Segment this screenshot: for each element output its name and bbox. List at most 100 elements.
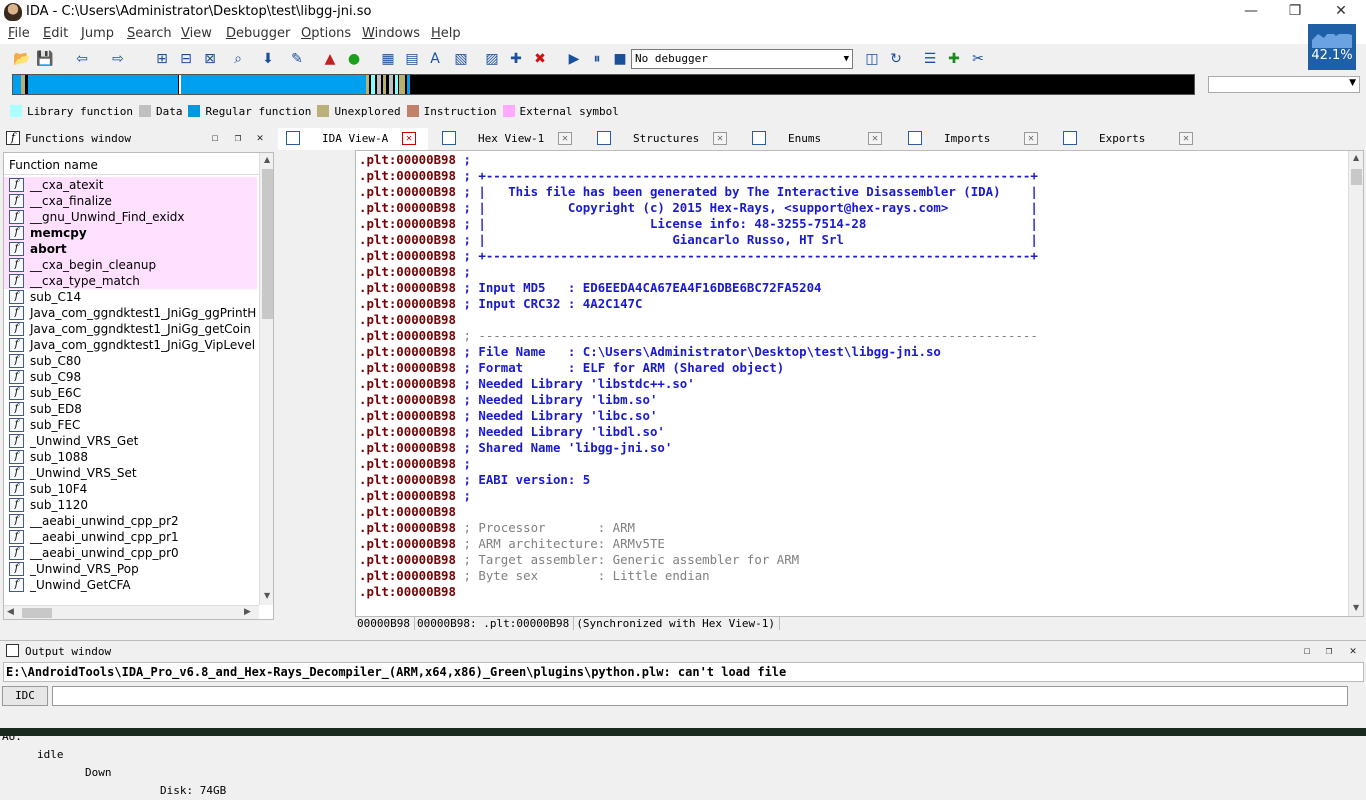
disasm-line[interactable]: .plt:00000B98 ; [359, 264, 471, 280]
rename-icon[interactable]: ✚ [506, 49, 526, 69]
scroll-thumb[interactable] [22, 608, 52, 618]
function-row[interactable]: f _Unwind_VRS_Get [4, 433, 257, 449]
float-window-button[interactable]: ☐ [208, 131, 222, 145]
function-row[interactable]: f _Unwind_GetCFA [4, 577, 257, 593]
disasm-line[interactable]: .plt:00000B98 ; Input CRC32 : 4A2C147C [359, 296, 642, 312]
scroll-thumb[interactable] [262, 169, 273, 319]
menu-file[interactable]: File [8, 26, 30, 41]
menu-options[interactable]: Options [301, 26, 351, 41]
stop-icon[interactable]: ■ [610, 49, 630, 69]
data-icon[interactable]: ▤ [402, 49, 422, 69]
forward-icon[interactable]: ⇨ [108, 49, 128, 69]
disasm-line[interactable]: .plt:00000B98 ; Target assembler: Generi… [359, 552, 799, 568]
disassembly-vertical-scrollbar[interactable]: ▲ ▼ [1348, 151, 1363, 616]
tab-close-icon[interactable]: ✕ [558, 132, 572, 145]
disasm-line[interactable]: .plt:00000B98 ; Format : ELF for ARM (Sh… [359, 360, 784, 376]
restore-button[interactable]: ❐ [1272, 0, 1318, 24]
tab-close-icon[interactable]: ✕ [868, 132, 882, 145]
tab-imports[interactable]: Imports ✕ [900, 128, 1050, 150]
function-row[interactable]: f sub_1120 [4, 497, 257, 513]
tab-close-icon[interactable]: ✕ [1024, 132, 1038, 145]
debugger-select[interactable]: No debugger ▼ [631, 49, 853, 69]
enum-icon[interactable]: ▨ [482, 49, 502, 69]
disasm-line[interactable]: .plt:00000B98 ; Needed Library 'libm.so' [359, 392, 657, 408]
jump-icon[interactable]: ⬇ [258, 49, 278, 69]
function-row[interactable]: f __gnu_Unwind_Find_exidx [4, 209, 257, 225]
breakpoint-icon[interactable]: ◫ [862, 49, 882, 69]
functions-horizontal-scrollbar[interactable]: ◀ ▶ [4, 605, 259, 619]
disasm-line[interactable]: .plt:00000B98 ; +-----------------------… [359, 248, 1038, 264]
menu-jump[interactable]: Jump [81, 26, 114, 41]
back-icon[interactable]: ⇦ [72, 49, 92, 69]
function-row[interactable]: f __cxa_type_match [4, 273, 257, 289]
minimize-button[interactable]: — [1228, 0, 1274, 24]
scroll-down-icon[interactable]: ▼ [264, 591, 270, 600]
column-header-function-name[interactable]: Function name [4, 153, 260, 175]
float-window-button[interactable]: ☐ [1300, 644, 1314, 658]
disasm-line[interactable]: .plt:00000B98 ; ------------------------… [359, 328, 1038, 344]
tab-structures[interactable]: Structures ✕ [589, 128, 739, 150]
functions-vertical-scrollbar[interactable]: ▲ ▼ [259, 153, 273, 605]
ascii-icon[interactable]: A [425, 49, 445, 69]
find-icon[interactable]: ⌕ [228, 49, 248, 69]
disassembly-view[interactable]: .plt:00000B98 ; .plt:00000B98 ; +--------… [355, 150, 1364, 617]
save-icon[interactable]: 💾 [35, 49, 55, 69]
search-text-icon[interactable]: ⊟ [176, 49, 196, 69]
tab-close-icon[interactable]: ✕ [1179, 132, 1193, 145]
menu-help[interactable]: Help [431, 26, 461, 41]
function-row[interactable]: f __aeabi_unwind_cpp_pr1 [4, 529, 257, 545]
plus-icon[interactable]: ✚ [944, 49, 964, 69]
close-window-button[interactable]: ✕ [1346, 644, 1360, 658]
disasm-line[interactable]: .plt:00000B98 ; Shared Name 'libgg-jni.s… [359, 440, 672, 456]
function-row[interactable]: f _Unwind_VRS_Set [4, 465, 257, 481]
disasm-line[interactable]: .plt:00000B98 [359, 312, 456, 328]
disasm-line[interactable]: .plt:00000B98 ; EABI version: 5 [359, 472, 590, 488]
menu-search[interactable]: Search [127, 26, 172, 41]
search-immediate-icon[interactable]: ⊠ [200, 49, 220, 69]
tab-close-icon[interactable]: ✕ [713, 132, 727, 145]
idc-language-button[interactable]: IDC [2, 686, 48, 706]
disasm-line[interactable]: .plt:00000B98 ; [359, 488, 471, 504]
function-row[interactable]: f memcpy [4, 225, 257, 241]
disasm-line[interactable]: .plt:00000B98 ; Processor : ARM [359, 520, 635, 536]
function-row[interactable]: f sub_E6C [4, 385, 257, 401]
scroll-down-icon[interactable]: ▼ [1353, 603, 1359, 612]
function-row[interactable]: f sub_FEC [4, 417, 257, 433]
scroll-up-icon[interactable]: ▲ [1353, 153, 1359, 162]
disasm-line[interactable]: .plt:00000B98 ; +-----------------------… [359, 168, 1038, 184]
function-row[interactable]: f __cxa_begin_cleanup [4, 257, 257, 273]
undefine-icon[interactable]: ✖ [530, 49, 550, 69]
graph-icon[interactable]: ▲ [320, 49, 340, 69]
menu-debugger[interactable]: Debugger [226, 26, 290, 41]
disasm-line[interactable]: .plt:00000B98 ; Needed Library 'libc.so' [359, 408, 657, 424]
disasm-line[interactable]: .plt:00000B98 ; | License info: 48-3255-… [359, 216, 1038, 232]
menu-edit[interactable]: Edit [43, 26, 68, 41]
struct-icon[interactable]: ▧ [451, 49, 471, 69]
list-icon[interactable]: ☰ [920, 49, 940, 69]
play-icon[interactable]: ▶ [564, 49, 584, 69]
function-row[interactable]: f sub_C80 [4, 353, 257, 369]
function-row[interactable]: f Java_com_ggndktest1_JniGg_getCoin [4, 321, 257, 337]
function-row[interactable]: f __cxa_atexit [4, 177, 257, 193]
function-row[interactable]: f sub_1088 [4, 449, 257, 465]
navband-select[interactable]: ▼ [1208, 76, 1360, 93]
run-green-icon[interactable]: ● [344, 49, 364, 69]
disasm-line[interactable]: .plt:00000B98 [359, 584, 456, 600]
function-row[interactable]: f Java_com_ggndktest1_JniGg_VipLevel [4, 337, 257, 353]
function-row[interactable]: f sub_10F4 [4, 481, 257, 497]
close-button[interactable]: ✕ [1318, 0, 1364, 24]
code-icon[interactable]: ▦ [378, 49, 398, 69]
function-row[interactable]: f __aeabi_unwind_cpp_pr0 [4, 545, 257, 561]
function-row[interactable]: f __aeabi_unwind_cpp_pr2 [4, 513, 257, 529]
tab-hex-view-1[interactable]: Hex View-1 ✕ [434, 128, 584, 150]
maximize-window-button[interactable]: ❐ [1322, 644, 1336, 658]
function-row[interactable]: f abort [4, 241, 257, 257]
function-row[interactable]: f sub_ED8 [4, 401, 257, 417]
disasm-line[interactable]: .plt:00000B98 ; [359, 152, 471, 168]
pause-icon[interactable]: ⏸ [587, 49, 607, 69]
tab-enums[interactable]: Enums ✕ [744, 128, 894, 150]
disasm-line[interactable]: .plt:00000B98 ; | Giancarlo Russo, HT Sr… [359, 232, 1038, 248]
tab-exports[interactable]: Exports ✕ [1055, 128, 1205, 150]
scroll-left-icon[interactable]: ◀ [7, 607, 14, 617]
tab-close-icon[interactable]: ✕ [402, 132, 416, 145]
